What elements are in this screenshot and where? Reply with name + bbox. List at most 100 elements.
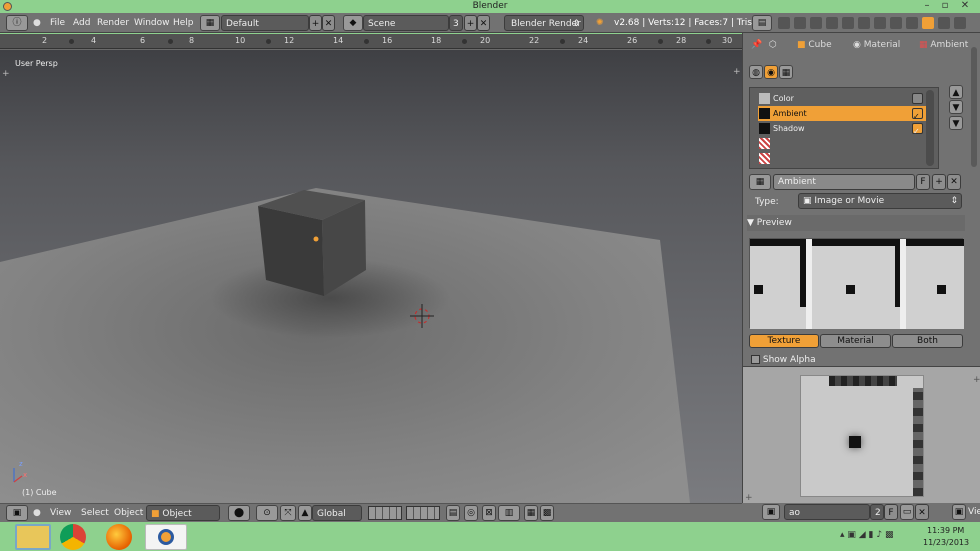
render-animation-icon[interactable]: ▩ <box>540 505 554 521</box>
texture-type-select[interactable]: ▣ Image or Movie ⇕ <box>798 193 962 209</box>
editor-type-icon[interactable]: ⓘ <box>6 15 28 31</box>
region-expand-icon[interactable]: + <box>745 493 753 503</box>
image-editor[interactable]: + + <box>742 366 980 503</box>
render-layers-tab-icon[interactable] <box>794 17 806 29</box>
lock-layers-icon[interactable]: ▤ <box>446 505 460 521</box>
transform-orientation-select[interactable]: Global <box>312 505 362 521</box>
breadcrumb-object[interactable]: ■ Cube <box>797 36 832 54</box>
world-texture-icon[interactable]: ◍ <box>749 65 763 79</box>
image-editor-type-icon[interactable]: ▣ <box>762 504 780 520</box>
pivot-point-select[interactable]: ⊙ <box>256 505 278 521</box>
texture-slot-selected[interactable]: Ambient ✓ <box>758 106 926 121</box>
preview-panel-header[interactable]: ▼ Preview <box>747 215 965 231</box>
chrome-icon[interactable] <box>60 524 86 550</box>
menu-object[interactable]: Object <box>114 505 143 521</box>
properties-editor-type-icon[interactable]: ▤ <box>752 15 772 31</box>
pin-image-icon[interactable]: ▣ <box>952 504 966 520</box>
frame-ruler[interactable]: 2 4 6 8 10 12 14 16 18 20 22 24 26 28 30 <box>0 34 742 49</box>
region-expand-icon[interactable]: + <box>2 69 10 79</box>
unlink-image-button[interactable]: ✕ <box>915 504 929 520</box>
menu-render[interactable]: Render <box>97 15 129 31</box>
world-tab-icon[interactable] <box>826 17 838 29</box>
pin-icon[interactable]: 📌 <box>751 36 762 54</box>
render-tab-icon[interactable] <box>778 17 790 29</box>
preview-tab-both[interactable]: Both <box>892 334 963 348</box>
menu-view[interactable]: View <box>50 505 71 521</box>
texture-slot-empty[interactable] <box>758 151 926 166</box>
particles-tab-icon[interactable] <box>938 17 950 29</box>
transform-orientation-icon[interactable]: ▲ <box>298 505 312 521</box>
move-slot-up-button[interactable]: ▲ <box>949 85 963 99</box>
unlink-texture-button[interactable]: ✕ <box>947 174 961 190</box>
screen-layout-icon[interactable]: ▦ <box>200 15 220 31</box>
other-texture-icon[interactable]: ▦ <box>779 65 793 79</box>
region-expand-icon[interactable]: + <box>973 375 980 385</box>
menu-add[interactable]: Add <box>73 15 90 31</box>
texture-tab-icon[interactable] <box>922 17 934 29</box>
show-alpha-toggle[interactable]: Show Alpha <box>751 354 816 366</box>
new-image-button[interactable]: ▭ <box>900 504 914 520</box>
data-tab-icon[interactable] <box>890 17 902 29</box>
breadcrumb-material[interactable]: ◉ Material <box>853 36 900 54</box>
texture-slot[interactable]: Shadow ✓ <box>758 121 926 136</box>
remove-scene-button[interactable]: ✕ <box>477 15 490 31</box>
render-engine-select[interactable]: Blender Render ⇕ <box>504 15 584 31</box>
image-name-field[interactable]: ao <box>784 504 870 520</box>
fake-user-button[interactable]: F <box>916 174 930 190</box>
scene-tab-icon[interactable] <box>810 17 822 29</box>
material-texture-icon[interactable]: ◉ <box>764 65 778 79</box>
menu-window[interactable]: Window <box>134 15 170 31</box>
texture-name-field[interactable]: Ambient <box>773 174 915 190</box>
modifiers-tab-icon[interactable] <box>874 17 886 29</box>
slot-enable-checkbox[interactable] <box>912 93 923 104</box>
viewport-shading-select[interactable]: ⬤ <box>228 505 250 521</box>
system-tray-icons[interactable]: ▴ ▣ ◢ ▮ ♪ ▩ <box>840 530 916 542</box>
preview-tab-material[interactable]: Material <box>820 334 891 348</box>
slot-enable-checkbox[interactable]: ✓ <box>912 123 923 136</box>
new-texture-button[interactable]: + <box>932 174 946 190</box>
maximize-button[interactable]: ▫ <box>938 0 952 11</box>
properties-scrollbar[interactable] <box>971 47 977 167</box>
move-slot-down-button[interactable]: ▼ <box>949 100 963 114</box>
add-scene-button[interactable]: + <box>464 15 477 31</box>
show-alpha-checkbox[interactable] <box>751 355 760 364</box>
proportional-edit-icon[interactable]: ◎ <box>464 505 478 521</box>
menu-collapse-icon[interactable]: ● <box>33 15 41 31</box>
render-opengl-icon[interactable]: ▦ <box>524 505 538 521</box>
clock-time[interactable]: 11:39 PM <box>927 526 964 535</box>
texture-slot[interactable]: Color <box>758 91 926 106</box>
image-view-menu[interactable]: View <box>968 504 980 520</box>
scene-field[interactable]: Scene <box>363 15 449 31</box>
menu-help[interactable]: Help <box>173 15 194 31</box>
texture-slot-empty[interactable] <box>758 136 926 151</box>
preview-tab-texture[interactable]: Texture <box>749 334 819 348</box>
layer-buttons[interactable] <box>368 506 402 520</box>
firefox-icon[interactable] <box>106 524 132 550</box>
screen-layout-field[interactable]: Default <box>221 15 309 31</box>
slot-enable-checkbox[interactable]: ✓ <box>912 108 923 121</box>
clock-date[interactable]: 11/23/2013 <box>923 538 969 547</box>
object-tab-icon[interactable] <box>842 17 854 29</box>
file-explorer-icon[interactable] <box>15 524 51 550</box>
3d-viewport[interactable]: User Persp z x (1) Cube + + <box>0 50 742 503</box>
remove-screen-button[interactable]: ✕ <box>322 15 335 31</box>
menu-file[interactable]: File <box>50 15 65 31</box>
scene-icon[interactable]: ◆ <box>343 15 363 31</box>
viewport-editor-type-icon[interactable]: ▣ <box>6 505 28 521</box>
texture-slot-list[interactable]: Color Ambient ✓ Shadow ✓ <box>749 87 939 169</box>
slot-specials-button[interactable]: ▼ <box>949 116 963 130</box>
mode-select[interactable]: ■ Object Mode <box>146 505 220 535</box>
add-screen-button[interactable]: + <box>309 15 322 31</box>
snap-element-icon[interactable]: ▥ <box>498 505 520 521</box>
constraints-tab-icon[interactable] <box>858 17 870 29</box>
region-expand-icon[interactable]: + <box>733 67 741 77</box>
image-canvas[interactable] <box>800 375 924 497</box>
menu-collapse-icon[interactable]: ● <box>33 505 41 521</box>
image-fake-user-button[interactable]: F <box>884 504 898 520</box>
menu-select[interactable]: Select <box>81 505 109 521</box>
snap-toggle-icon[interactable]: ⊠ <box>482 505 496 521</box>
minimize-button[interactable]: – <box>920 0 934 11</box>
browse-texture-icon[interactable]: ▦ <box>749 174 771 190</box>
blender-taskbar-icon[interactable] <box>145 524 187 550</box>
breadcrumb-texture[interactable]: ▦ Ambient <box>919 36 968 54</box>
